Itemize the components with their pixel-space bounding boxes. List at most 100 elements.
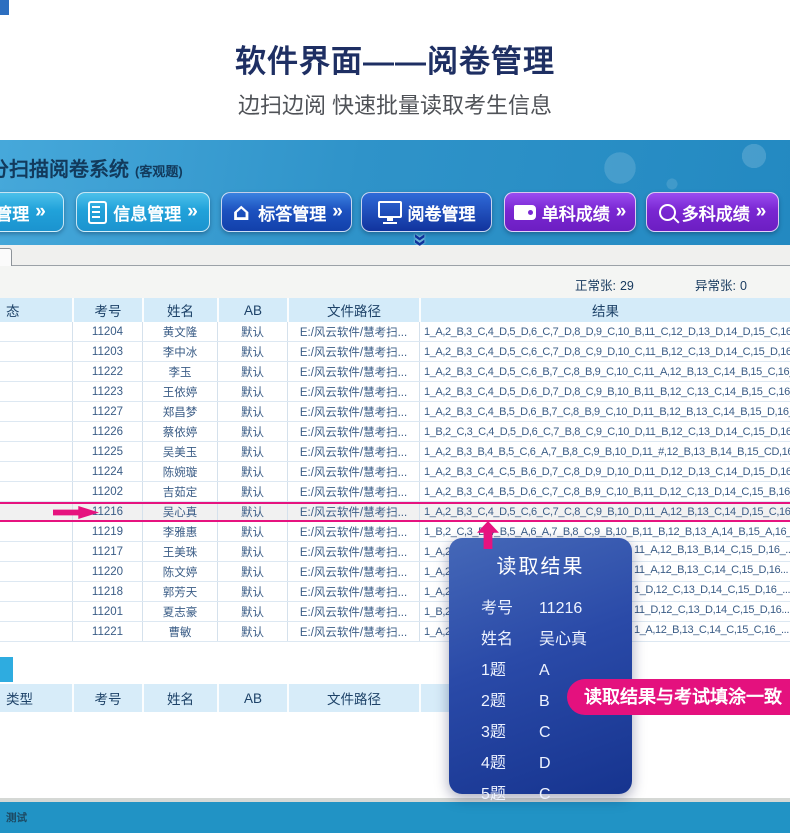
read-result-popup: 读取结果 考号11216姓名吴心真1题A2题B3题C4题D5题C (449, 538, 632, 794)
chevron-right-icon: » (756, 201, 767, 223)
screenshot-canvas: 软件界面——阅卷管理 边扫边阅 快速批量读取考生信息 分扫描阅卷系统(客观题) … (0, 0, 790, 836)
nav-button-label: 单科成绩 (542, 200, 610, 225)
name-cell: 郑昌梦 (142, 402, 217, 421)
result-cell: 1_A,2_B,3_C,4_D,5_C,6_B,7_C,8_B,9_C,10_C… (419, 362, 790, 381)
status-cell (0, 462, 72, 481)
status-cell (0, 522, 72, 541)
ab-cell: 默认 (217, 422, 287, 441)
result-cell: 1_A,2_B,3_C,4_D,5_D,6_C,7_D,8_D,9_C,10_B… (419, 322, 790, 341)
status-cell (0, 582, 72, 601)
path-cell: E:/风云软件/慧考扫... (287, 462, 419, 481)
table-row-selected[interactable]: 11216吴心真默认E:/风云软件/慧考扫...1_A,2_B,3_C,4_D,… (0, 502, 790, 522)
nav-button-single-score[interactable]: 单科成绩 » (504, 192, 636, 232)
nav-button-label: 标答管理 (258, 200, 326, 225)
name-cell: 王依婷 (142, 382, 217, 401)
popup-field: 姓名吴心真 (481, 625, 632, 646)
path-cell: E:/风云软件/慧考扫... (287, 422, 419, 441)
exam-no-cell: 11223 (72, 382, 142, 401)
result-text: 1_A,2_B,3_C,4_D,5_C,6_B,7_C,8_B,9_C,10_C… (424, 366, 790, 378)
status-cell (0, 442, 72, 461)
table-row[interactable]: 11219李雅惠默认E:/风云软件/慧考扫...1_B,2_C,3_D,4_B,… (0, 522, 790, 542)
name-cell: 吉茹定 (142, 482, 217, 501)
table-row[interactable]: 11223王依婷默认E:/风云软件/慧考扫...1_A,2_B,3_C,4_D,… (0, 382, 790, 402)
ab-cell: 默认 (217, 602, 287, 621)
exam-no-cell: 11227 (72, 402, 142, 421)
nav-button-answerkey-manage[interactable]: ⌂ 标答管理 » (221, 192, 352, 232)
ab-cell: 默认 (217, 382, 287, 401)
nav-button-label: 信息管理 (113, 200, 181, 225)
table-row[interactable]: 11203李中冰默认E:/风云软件/慧考扫...1_A,2_B,3_C,4_D,… (0, 342, 790, 362)
path-cell: E:/风云软件/慧考扫... (287, 622, 419, 641)
app-title: 分扫描阅卷系统(客观题) (0, 153, 183, 182)
nav-button-info-manage[interactable]: 信息管理 » (76, 192, 210, 232)
path-cell: E:/风云软件/慧考扫... (287, 322, 419, 341)
nav-button-grading-manage[interactable]: 阅卷管理 (361, 192, 492, 232)
status-cell (0, 342, 72, 361)
popup-field: 考号11216 (481, 594, 632, 615)
result-text-tail: 1_A,12_B,13_C,14_C,15_C,16_... (634, 624, 789, 636)
path-cell: E:/风云软件/慧考扫... (287, 522, 419, 541)
nav-button-multi-score[interactable]: 多科成绩 » (646, 192, 779, 232)
column-header-path: 文件路径 (287, 298, 419, 322)
nav-button-manage[interactable]: 管理 » (0, 192, 64, 232)
exam-no-cell: 11221 (72, 622, 142, 641)
column-header-ab: AB (217, 298, 287, 322)
column-header-status: 态 (0, 298, 72, 322)
table-row[interactable]: 11204黄文隆默认E:/风云软件/慧考扫...1_A,2_B,3_C,4_D,… (0, 322, 790, 342)
chevron-right-icon: » (187, 201, 198, 223)
exam-no-cell: 11219 (72, 522, 142, 541)
result-cell: 1_B,2_C,3_C,4_D,5_D,6_C,7_B,8_C,9_C,10_D… (419, 422, 790, 441)
result-text: 1_B,2_C,3_C,4_D,5_D,6_C,7_B,8_C,9_C,10_D… (424, 426, 790, 438)
result-cell: 1_A,2_B,3_C,4_D,5_C,6_C,7_C,8_C,9_B,10_D… (419, 504, 790, 520)
table-row[interactable]: 11226蔡依婷默认E:/风云软件/慧考扫...1_B,2_C,3_C,4_D,… (0, 422, 790, 442)
exam-no-cell: 11224 (72, 462, 142, 481)
bottom-panel-tab[interactable] (0, 657, 13, 682)
path-cell: E:/风云软件/慧考扫... (287, 542, 419, 561)
page-title: 软件界面——阅卷管理 (0, 36, 790, 81)
popup-title: 读取结果 (449, 550, 632, 579)
popup-answer: 4题D (481, 749, 632, 770)
result-text: 1_A,2_B,3_C,4_C,5_B,6_D,7_C,8_D,9_D,10_D… (424, 466, 790, 478)
status-cell (0, 482, 72, 501)
ab-cell: 默认 (217, 482, 287, 501)
popup-answer-value: D (539, 755, 551, 772)
ab-cell: 默认 (217, 342, 287, 361)
ab-cell: 默认 (217, 402, 287, 421)
nav-button-label: 阅卷管理 (408, 200, 476, 225)
table-row[interactable]: 11224陈婉璇默认E:/风云软件/慧考扫...1_A,2_B,3_C,4_C,… (0, 462, 790, 482)
result-text: 1_A,2_B,3_C,4_D,5_D,6_D,7_D,8_C,9_B,10_B… (424, 386, 790, 398)
app-window: 分扫描阅卷系统(客观题) 管理 » 信息管理 » ⌂ 标答管理 » 阅卷管理 (0, 140, 790, 836)
table-row[interactable]: 11202吉茹定默认E:/风云软件/慧考扫...1_A,2_B,3_C,4_B,… (0, 482, 790, 502)
ab-cell: 默认 (217, 442, 287, 461)
result-text: 1_A,2_B,3_C,4_B,5_D,6_B,7_C,8_B,9_C,10_D… (424, 406, 790, 418)
result-text: 1_A,2_B,3_C,4_D,5_D,6_C,7_D,8_D,9_C,10_B… (424, 326, 790, 338)
normal-sheet-count: 正常张:29 (575, 275, 634, 294)
name-cell: 吴美玉 (142, 442, 217, 461)
table-row[interactable]: 11217王美珠默认E:/风云软件/慧考扫...1_A,2_11_A,12_B,… (0, 542, 790, 562)
home-icon: ⌂ (230, 200, 252, 224)
exam-no-cell: 11202 (72, 482, 142, 501)
result-cell: 1_A,2_B,3_C,4_B,5_D,6_C,7_C,8_B,9_C,10_B… (419, 482, 790, 501)
table-row[interactable]: 11225吴美玉默认E:/风云软件/慧考扫...1_A,2_B,3_B,4_B,… (0, 442, 790, 462)
status-cell (0, 602, 72, 621)
wallet-icon (514, 205, 536, 220)
table-row[interactable]: 11221曹敏默认E:/风云软件/慧考扫...1_A,2_1_A,12_B,13… (0, 622, 790, 642)
table-row[interactable]: 11222李玉默认E:/风云软件/慧考扫...1_A,2_B,3_C,4_D,5… (0, 362, 790, 382)
name-cell: 夏志豪 (142, 602, 217, 621)
exam-no-cell: 11220 (72, 562, 142, 581)
table-row[interactable]: 11218郭芳天默认E:/风云软件/慧考扫...1_A,2_1_D,12_C,1… (0, 582, 790, 602)
table-row[interactable]: 11201夏志豪默认E:/风云软件/慧考扫...1_B,2_11_D,12_C,… (0, 602, 790, 622)
exam-no-cell: 11217 (72, 542, 142, 561)
table-row[interactable]: 11220陈文婷默认E:/风云软件/慧考扫...1_A,2_11_A,12_B,… (0, 562, 790, 582)
result-text-tail: 11_A,12_B,13_C,14_C,15_D,16... (634, 564, 788, 576)
table-row[interactable]: 11227郑昌梦默认E:/风云软件/慧考扫...1_A,2_B,3_C,4_B,… (0, 402, 790, 422)
exam-no-cell: 11225 (72, 442, 142, 461)
corner-tab[interactable] (0, 248, 12, 267)
app-title-suffix: (客观题) (135, 164, 183, 179)
name-cell: 李中冰 (142, 342, 217, 361)
result-text-tail: 11_D,12_C,13_D,14_C,15_D,16... (634, 604, 789, 616)
name-cell: 陈婉璇 (142, 462, 217, 481)
name-cell: 郭芳天 (142, 582, 217, 601)
ab-cell: 默认 (217, 504, 287, 520)
ab-cell: 默认 (217, 542, 287, 561)
